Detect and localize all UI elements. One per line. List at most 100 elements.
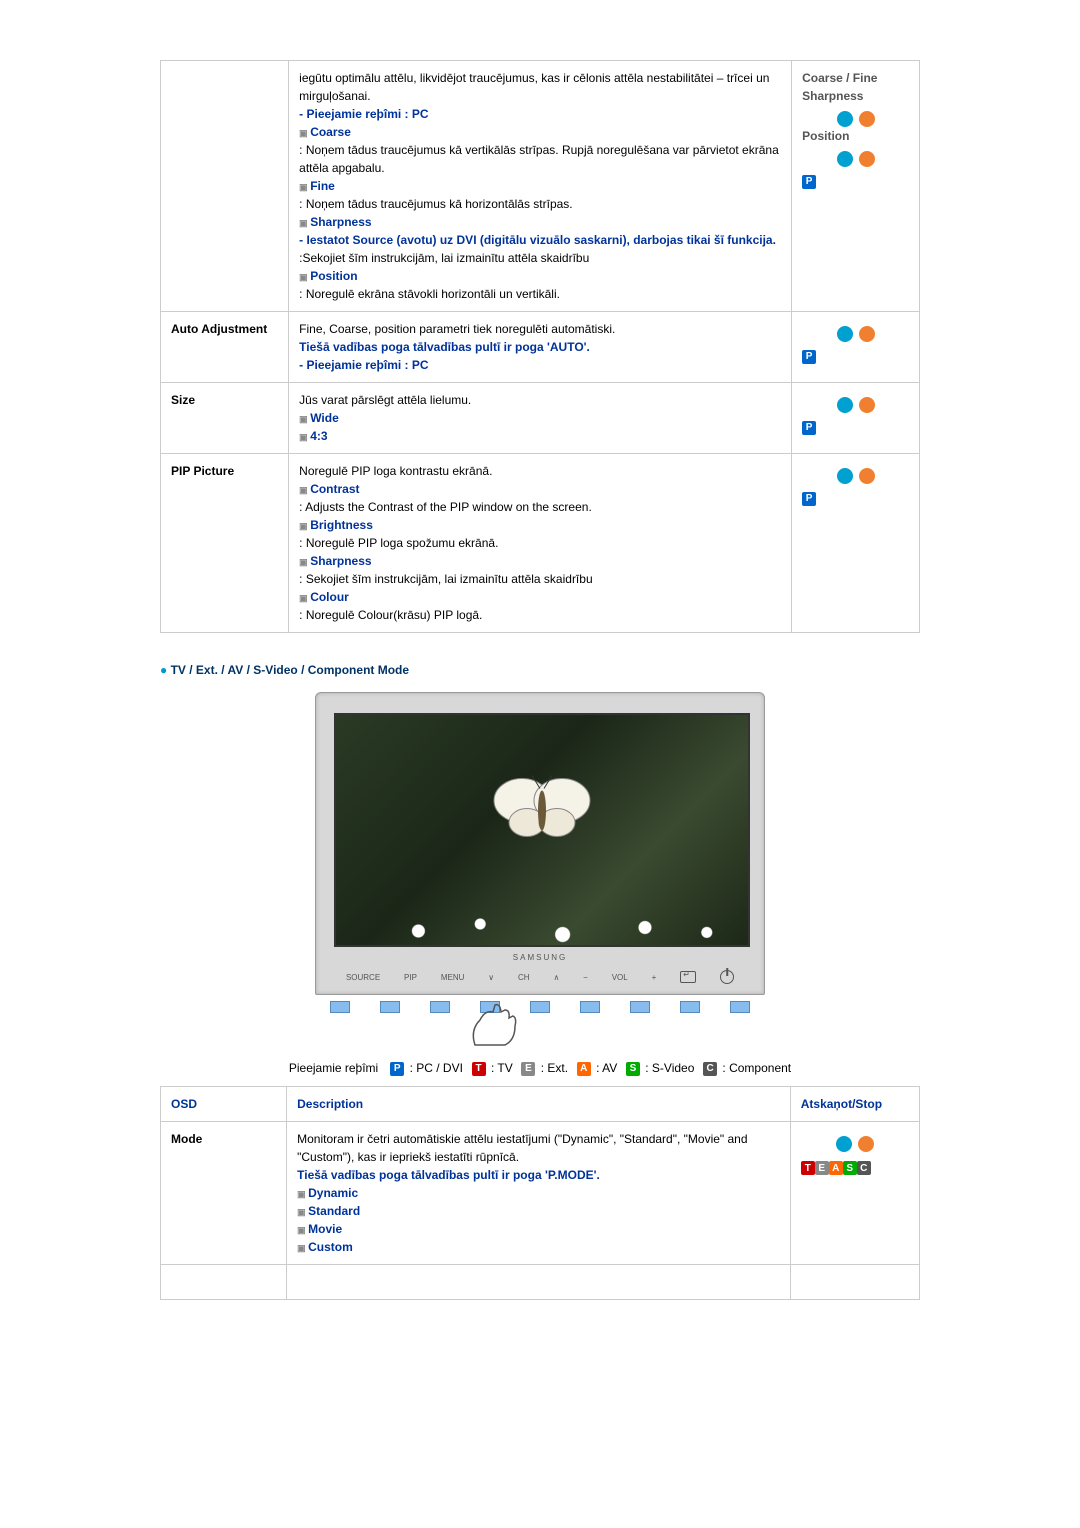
badge-t: T	[801, 1161, 815, 1175]
badge-c: C	[857, 1161, 871, 1175]
p-badge: P	[802, 421, 816, 435]
header-playstop: Atskaņot/Stop	[790, 1086, 919, 1121]
play-stop-cell: P	[792, 454, 920, 633]
table-row-empty	[161, 1264, 920, 1299]
stand-segment	[680, 1001, 700, 1013]
t-label: : TV	[491, 1061, 513, 1075]
table-row: Auto Adjustment Fine, Coarse, position p…	[161, 312, 920, 383]
position-label: Position	[299, 269, 357, 283]
enter-icon[interactable]	[680, 971, 696, 983]
s-label: : S-Video	[645, 1061, 694, 1075]
stop-icon[interactable]	[859, 397, 875, 413]
p-badge: P	[802, 175, 816, 189]
vol-up-button[interactable]: +	[652, 973, 657, 982]
mode-bold: Tiešā vadības poga tālvadības pultī ir p…	[297, 1168, 600, 1182]
sharpness-label: Sharpness	[299, 215, 371, 229]
play-icon[interactable]	[837, 151, 853, 167]
monitor-device: SAMSUNG SOURCE PIP MENU ∨ CH ∧ − VOL +	[315, 692, 765, 1013]
auto-bold2: - Pieejamie reþîmi : PC	[299, 358, 428, 372]
ch-down-button[interactable]: ∨	[488, 973, 494, 982]
document-page: iegūtu optimālu attēlu, likvidējot trauc…	[0, 0, 1080, 1370]
stop-icon[interactable]	[859, 326, 875, 342]
stop-icon[interactable]	[859, 151, 875, 167]
colour-label: Colour	[299, 590, 349, 604]
a-label: : AV	[596, 1061, 617, 1075]
intro-text: iegūtu optimālu attēlu, likvidējot trauc…	[299, 71, 769, 103]
stand-segment	[530, 1001, 550, 1013]
coarse-label: Coarse	[299, 125, 351, 139]
coarse-fine-label: Coarse / Fine	[802, 69, 909, 87]
menu-button[interactable]: MENU	[441, 973, 465, 982]
movie-label: Movie	[297, 1222, 342, 1236]
custom-label: Custom	[297, 1240, 353, 1254]
p-badge: P	[802, 350, 816, 364]
sharpness-desc: :Sekojiet šīm instrukcijām, lai izmainīt…	[299, 251, 589, 265]
badge-e: E	[815, 1161, 829, 1175]
table-header-row: OSD Description Atskaņot/Stop	[161, 1086, 920, 1121]
p-badge: P	[802, 492, 816, 506]
size-text: Jūs varat pārslēgt attēla lielumu.	[299, 393, 471, 407]
stand-segment	[330, 1001, 350, 1013]
monitor-illustration: SAMSUNG SOURCE PIP MENU ∨ CH ∧ − VOL +	[160, 692, 920, 1016]
brightness-label: Brightness	[299, 518, 373, 532]
pip-picture-desc: Noregulē PIP loga kontrastu ekrānā. Cont…	[289, 454, 792, 633]
auto-text: Fine, Coarse, position parametri tiek no…	[299, 322, 615, 336]
image-control-description: iegūtu optimālu attēlu, likvidējot trauc…	[289, 61, 792, 312]
power-icon[interactable]	[720, 970, 734, 984]
empty-cell	[790, 1264, 919, 1299]
empty-cell	[161, 1264, 287, 1299]
badge-t: T	[472, 1062, 486, 1076]
stand-segment	[380, 1001, 400, 1013]
source-button[interactable]: SOURCE	[346, 973, 380, 982]
play-stop-icons	[802, 468, 909, 484]
play-icon[interactable]	[837, 468, 853, 484]
monitor-screen	[334, 713, 750, 947]
pip-picture-label: PIP Picture	[161, 454, 289, 633]
table-row: PIP Picture Noregulē PIP loga kontrastu …	[161, 454, 920, 633]
mode-text: Monitoram ir četri automātiskie attēlu i…	[297, 1132, 747, 1164]
e-label: : Ext.	[541, 1061, 568, 1075]
table-row: Size Jūs varat pārslēgt attēla lielumu. …	[161, 383, 920, 454]
stop-icon[interactable]	[859, 468, 875, 484]
stand-segment	[730, 1001, 750, 1013]
pip-button[interactable]: PIP	[404, 973, 417, 982]
table-row: iegūtu optimālu attēlu, likvidējot trauc…	[161, 61, 920, 312]
play-icon[interactable]	[836, 1136, 852, 1152]
badge-e: E	[521, 1062, 535, 1076]
monitor-stand	[315, 1001, 765, 1013]
p-label: : PC / DVI	[410, 1061, 463, 1075]
table-row: Mode Monitoram ir četri automātiskie att…	[161, 1121, 920, 1264]
position-desc: : Noregulē ekrāna stāvokli horizontāli u…	[299, 287, 560, 301]
play-icon[interactable]	[837, 397, 853, 413]
section-heading-tv-mode: TV / Ext. / AV / S-Video / Component Mod…	[160, 663, 920, 677]
ch-up-button[interactable]: ∧	[553, 973, 559, 982]
play-icon[interactable]	[837, 326, 853, 342]
ch-label: CH	[518, 973, 530, 982]
auto-adjustment-label: Auto Adjustment	[161, 312, 289, 383]
vol-down-button[interactable]: −	[583, 973, 588, 982]
position-side-label: Position	[802, 127, 909, 145]
play-stop-icons	[802, 397, 909, 413]
fine-label: Fine	[299, 179, 335, 193]
play-stop-cell: P	[792, 312, 920, 383]
badge-s: S	[626, 1062, 640, 1076]
play-stop-cell: P	[792, 383, 920, 454]
play-stop-cell: Coarse / Fine Sharpness Position P	[792, 61, 920, 312]
stop-icon[interactable]	[859, 111, 875, 127]
standard-label: Standard	[297, 1204, 360, 1218]
mode-badges: TEASC	[801, 1158, 909, 1176]
header-description: Description	[287, 1086, 791, 1121]
butterfly-image	[482, 761, 602, 854]
row-label-empty	[161, 61, 289, 312]
stand-segment	[580, 1001, 600, 1013]
wide-label: Wide	[299, 411, 339, 425]
play-stop-icons	[802, 111, 909, 127]
sharpness-side-label: Sharpness	[802, 87, 909, 105]
contrast-desc: : Adjusts the Contrast of the PIP window…	[299, 500, 592, 514]
stand-segment	[430, 1001, 450, 1013]
play-icon[interactable]	[837, 111, 853, 127]
modes-line: - Pieejamie reþîmi : PC	[299, 107, 428, 121]
colour-desc: : Noregulē Colour(krāsu) PIP logā.	[299, 608, 482, 622]
settings-table-tv: OSD Description Atskaņot/Stop Mode Monit…	[160, 1086, 920, 1300]
stop-icon[interactable]	[858, 1136, 874, 1152]
